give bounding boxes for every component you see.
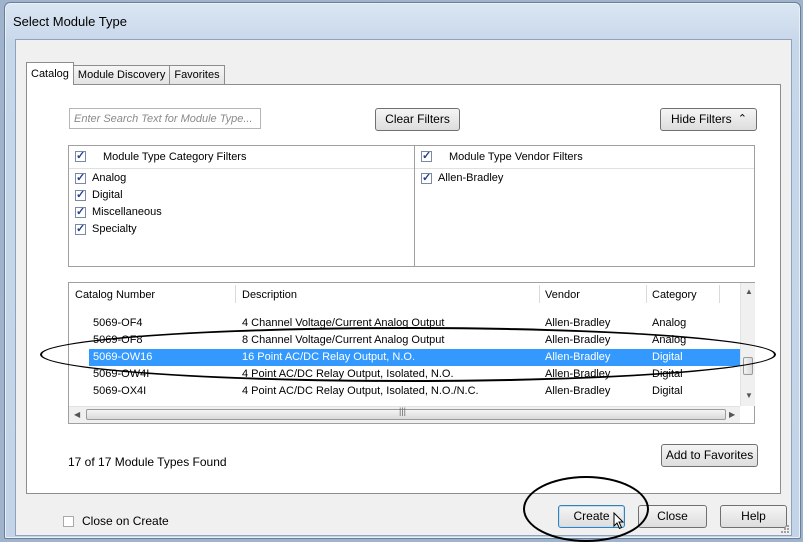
column-header-description[interactable]: Description bbox=[242, 289, 297, 301]
catalog-number-cell: 5069-OF4 bbox=[93, 317, 143, 329]
filter-panels: ✓ Module Type Category Filters ✓ Analog … bbox=[68, 145, 755, 267]
miscellaneous-checkbox[interactable]: ✓ bbox=[75, 206, 86, 218]
help-button[interactable]: Help bbox=[720, 505, 787, 528]
check-icon: ✓ bbox=[76, 150, 86, 162]
allen-bradley-label: Allen-Bradley bbox=[438, 172, 504, 184]
resize-grip-icon[interactable] bbox=[780, 524, 790, 534]
close-on-create-label: Close on Create bbox=[82, 514, 169, 528]
horizontal-scroll-thumb[interactable]: ||| bbox=[86, 406, 726, 420]
column-header-vendor[interactable]: Vendor bbox=[545, 289, 580, 301]
catalog-number-cell: 5069-OX4I bbox=[93, 385, 147, 397]
tab-catalog[interactable]: Catalog bbox=[26, 62, 74, 85]
tab-strip: Catalog Module Discovery Favorites bbox=[26, 62, 225, 85]
check-icon: ✓ bbox=[76, 189, 86, 201]
check-icon: ✓ bbox=[76, 172, 86, 184]
table-header: Catalog Number Description Vendor Catego… bbox=[69, 283, 739, 305]
category-filter-all-checkbox[interactable]: ✓ bbox=[75, 150, 86, 162]
vendor-filter-header: ✓ Module Type Vendor Filters bbox=[415, 146, 754, 169]
add-to-favorites-button[interactable]: Add to Favorites bbox=[661, 444, 758, 467]
specialty-checkbox[interactable]: ✓ bbox=[75, 223, 86, 235]
analog-checkbox[interactable]: ✓ bbox=[75, 172, 86, 184]
check-icon: ✓ bbox=[76, 206, 86, 218]
window-title: Select Module Type bbox=[13, 14, 127, 29]
vendor-cell: Allen-Bradley bbox=[545, 385, 611, 397]
category-filter-header: ✓ Module Type Category Filters bbox=[69, 146, 414, 169]
column-divider bbox=[235, 285, 236, 303]
dialog-client-area: Catalog Module Discovery Favorites Enter… bbox=[15, 39, 792, 536]
check-icon: ✓ bbox=[76, 223, 86, 235]
digital-checkbox[interactable]: ✓ bbox=[75, 189, 86, 201]
hide-filters-button[interactable]: Hide Filters ⌃ bbox=[660, 108, 757, 131]
grip-icon: ||| bbox=[399, 406, 407, 416]
clear-filters-button[interactable]: Clear Filters bbox=[375, 108, 460, 131]
search-input[interactable]: Enter Search Text for Module Type... bbox=[69, 108, 261, 129]
column-divider bbox=[646, 285, 647, 303]
description-cell: 4 Point AC/DC Relay Output, Isolated, N.… bbox=[242, 385, 479, 397]
miscellaneous-label: Miscellaneous bbox=[92, 206, 162, 218]
column-divider bbox=[719, 285, 720, 303]
hide-filters-label: Hide Filters bbox=[671, 112, 732, 126]
annotation-ellipse-create-button bbox=[523, 476, 649, 542]
annotation-ellipse-selected-row bbox=[40, 327, 776, 382]
category-cell: Digital bbox=[652, 385, 683, 397]
specialty-label: Specialty bbox=[92, 223, 137, 235]
double-chevron-up-icon: ⌃ bbox=[737, 113, 747, 125]
tab-favorites[interactable]: Favorites bbox=[169, 65, 225, 85]
scroll-right-arrow-icon[interactable]: ▶ bbox=[729, 410, 735, 419]
vendor-filter-all-checkbox[interactable]: ✓ bbox=[421, 150, 432, 162]
allen-bradley-checkbox[interactable]: ✓ bbox=[421, 172, 432, 184]
catalog-tab-page: Enter Search Text for Module Type... Cle… bbox=[26, 84, 781, 494]
horizontal-scrollbar[interactable]: ◀ ||| ▶ bbox=[69, 406, 740, 423]
scroll-up-arrow-icon[interactable]: ▲ bbox=[745, 287, 753, 296]
column-divider bbox=[539, 285, 540, 303]
scroll-down-arrow-icon[interactable]: ▼ bbox=[745, 391, 753, 400]
select-module-type-dialog: Select Module Type Catalog Module Discov… bbox=[4, 2, 801, 539]
category-filter-header-label: Module Type Category Filters bbox=[103, 151, 247, 163]
table-row[interactable]: 5069-OX4I 4 Point AC/DC Relay Output, Is… bbox=[69, 383, 739, 400]
scroll-left-arrow-icon[interactable]: ◀ bbox=[74, 410, 80, 419]
check-icon: ✓ bbox=[422, 172, 432, 184]
module-count-status: 17 of 17 Module Types Found bbox=[68, 455, 227, 469]
tab-module-discovery[interactable]: Module Discovery bbox=[72, 65, 171, 85]
check-icon: ✓ bbox=[422, 150, 432, 162]
digital-label: Digital bbox=[92, 189, 123, 201]
analog-label: Analog bbox=[92, 172, 127, 184]
category-filter-panel: ✓ Module Type Category Filters ✓ Analog … bbox=[69, 146, 415, 266]
vendor-filter-panel: ✓ Module Type Vendor Filters ✓ Allen-Bra… bbox=[415, 146, 754, 266]
category-cell: Analog bbox=[652, 317, 687, 329]
column-header-category[interactable]: Category bbox=[652, 289, 697, 301]
close-on-create-checkbox[interactable] bbox=[63, 516, 74, 527]
vendor-filter-header-label: Module Type Vendor Filters bbox=[449, 151, 583, 163]
column-header-catalog-number[interactable]: Catalog Number bbox=[75, 289, 155, 301]
